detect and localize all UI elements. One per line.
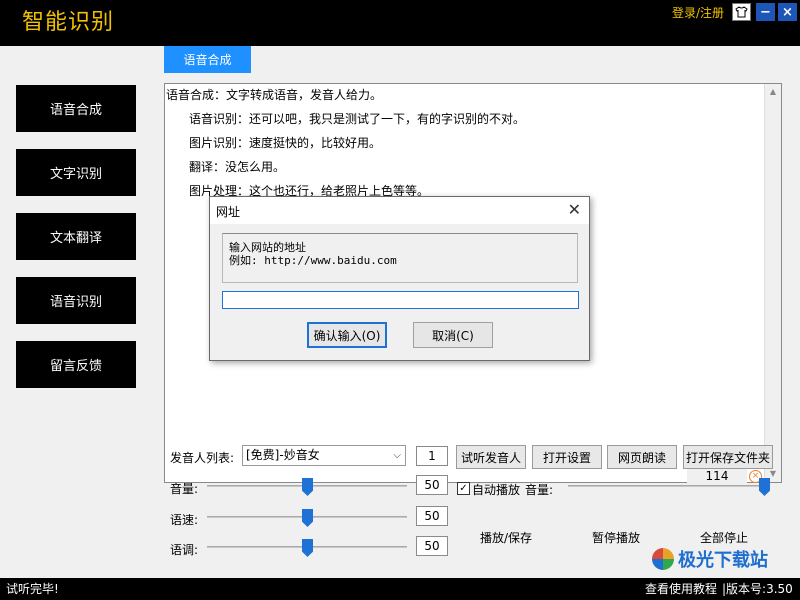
watermark: 极光下载站 [652, 546, 768, 572]
preview-speaker-button[interactable]: 试听发音人 [456, 445, 526, 469]
watermark-text: 极光下载站 [678, 550, 768, 571]
dialog-hint-line: 例如: http://www.baidu.com [229, 254, 397, 267]
speed-slider[interactable] [207, 507, 407, 527]
slider-thumb[interactable] [302, 539, 313, 557]
playback-volume-slider[interactable] [568, 476, 770, 496]
open-save-folder-button[interactable]: 打开保存文件夹 [683, 445, 773, 469]
status-message: 试听完毕! [6, 582, 59, 596]
editor-line: 翻译：没怎么用。 [189, 160, 286, 174]
slider-thumb[interactable] [759, 478, 770, 496]
web-read-button[interactable]: 网页朗读 [607, 445, 677, 469]
skin-button[interactable] [732, 3, 751, 21]
check-icon: ✓ [459, 483, 468, 494]
pitch-value-field[interactable]: 50 [416, 536, 448, 556]
minimize-button[interactable]: − [756, 3, 775, 21]
play-save-button[interactable]: 播放/保存 [480, 529, 532, 546]
autoplay-checkbox[interactable]: ✓ [457, 482, 470, 495]
scroll-up-icon[interactable]: ▲ [765, 84, 781, 100]
speed-label: 语速: [170, 513, 199, 527]
login-register-link[interactable]: 登录/注册 [672, 4, 724, 21]
sidebar-item-feedback[interactable]: 留言反馈 [16, 341, 136, 388]
sidebar-item-text-translation[interactable]: 文本翻译 [16, 213, 136, 260]
editor-line: 语音合成：文字转成语音，发音人给力。 [166, 88, 383, 102]
speaker-count-field[interactable]: 1 [416, 446, 448, 466]
slider-track [568, 485, 770, 487]
pitch-slider[interactable] [207, 537, 407, 557]
shirt-icon [735, 6, 748, 18]
stop-all-button[interactable]: 全部停止 [700, 529, 748, 546]
watermark-logo-icon [652, 548, 674, 570]
volume-slider[interactable] [207, 476, 407, 496]
confirm-input-button[interactable]: 确认输入(O) [307, 322, 387, 348]
title-bar: 登录/注册 − × [136, 0, 800, 24]
close-icon: × [782, 4, 793, 20]
dialog-title: 网址 [216, 205, 241, 219]
slider-thumb[interactable] [302, 478, 313, 496]
speed-value-field[interactable]: 50 [416, 506, 448, 526]
editor-scrollbar[interactable]: ▲ ▼ [764, 84, 781, 482]
playback-volume-label: 音量: [525, 483, 554, 497]
sidebar-item-text-recognition[interactable]: 文字识别 [16, 149, 136, 196]
minimize-icon: − [760, 4, 771, 20]
editor-line: 语音识别：还可以吧，我只是测试了一下，有的字识别的不对。 [189, 112, 526, 126]
sidebar-item-speech-synthesis[interactable]: 语音合成 [16, 85, 136, 132]
slider-thumb[interactable] [302, 509, 313, 527]
dialog-titlebar: 网址 ✕ [210, 197, 589, 224]
help-tutorial-link[interactable]: 查看使用教程 [645, 580, 717, 597]
editor-line: 图片识别：速度挺快的，比较好用。 [189, 136, 382, 150]
cancel-button[interactable]: 取消(C) [413, 322, 493, 348]
version-label: |版本号:3.50 [722, 582, 793, 596]
chevron-down-icon: ⌵ [393, 450, 401, 461]
tab-speech-synthesis[interactable]: 语音合成 [164, 46, 251, 73]
url-dialog: 网址 ✕ 输入网站的地址 例如: http://www.baidu.com 确认… [209, 196, 590, 361]
volume-value-field[interactable]: 50 [416, 475, 448, 495]
dialog-hint-box: 输入网站的地址 例如: http://www.baidu.com [222, 233, 578, 283]
autoplay-label: 自动播放 [472, 483, 521, 497]
pause-button[interactable]: 暂停播放 [592, 529, 640, 546]
open-settings-button[interactable]: 打开设置 [532, 445, 602, 469]
pitch-label: 语调: [170, 543, 199, 557]
dialog-close-icon[interactable]: ✕ [568, 200, 581, 219]
speaker-list-label: 发音人列表: [170, 451, 235, 465]
close-button[interactable]: × [778, 3, 797, 21]
volume-label: 音量: [170, 482, 199, 496]
url-input[interactable] [222, 291, 579, 309]
app-title: 智能识别 [0, 0, 136, 46]
speaker-selected-value: [免费]-妙音女 [246, 448, 320, 462]
speaker-select[interactable]: [免费]-妙音女 ⌵ [242, 445, 406, 466]
sidebar-item-speech-recognition[interactable]: 语音识别 [16, 277, 136, 324]
